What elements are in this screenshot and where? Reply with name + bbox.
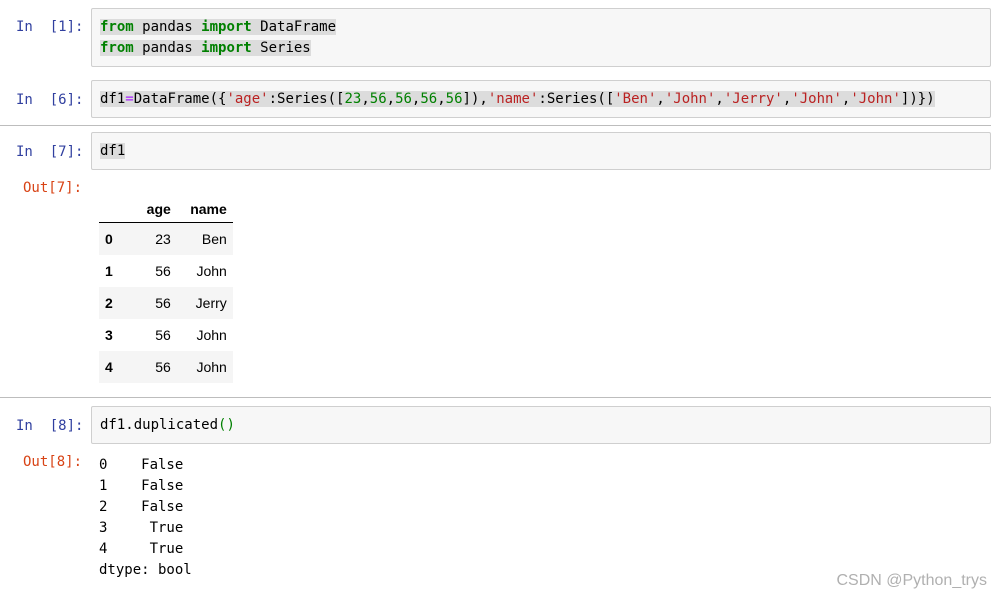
cell-7-prompt: In [7]: [16,144,84,160]
code-token: , [437,91,446,107]
table-cell-name: John [196,327,227,343]
table-index-header [99,195,129,223]
cell-7-line-1: df1 [100,141,126,162]
code-string: 'John' [850,91,901,107]
cell-1-line-1: from pandas import DataFrame [100,17,337,38]
table-cell-age: 56 [155,295,171,311]
cell-6-prompt: In [6]: [16,92,84,108]
code-token: ]), [462,91,488,107]
table-row-index: 2 [105,295,113,311]
watermark: CSDN @Python_trys [836,572,987,589]
cell-8-output-prompt: Out[8]: [23,454,83,470]
cell-6-line-1: df1=DataFrame({'age':Series([23,56,56,56… [100,89,935,110]
code-string: 'John' [664,91,716,107]
cell-1-line-2: from pandas import Series [100,38,311,59]
code-token: , [715,91,724,107]
table-row: 0 23 Ben [99,222,233,255]
table-row: 1 56 John [99,255,233,287]
table-header-row: age name [99,195,233,223]
code-token: , [386,91,396,107]
code-token: :Series([ [268,91,345,107]
code-token: df1 [100,143,126,159]
code-number: 56 [369,91,387,107]
module-name: pandas [133,19,202,35]
code-token: DataFrame({ [133,91,227,107]
code-string: 'John' [791,91,842,107]
cell-8-output-text: 0 False 1 False 2 False 3 True 4 True dt… [99,457,192,578]
cell-1-prompt: In [1]: [16,19,84,35]
table-cell-age: 56 [155,263,171,279]
cell-7-code-editor[interactable]: df1 [91,132,991,170]
table-cell-age: 56 [155,359,171,375]
cell-separator [0,397,991,398]
table-row-index: 3 [105,327,113,343]
code-token: :Series([ [538,91,615,107]
dataframe-table: age name 0 23 Ben 1 56 John 2 56 Jerry 3… [99,195,233,383]
cell-8-prompt: In [8]: [16,418,84,434]
import-name: DataFrame [251,19,337,35]
table-cell-age: 23 [155,231,171,247]
keyword-from: from [100,40,134,56]
code-parens: () [218,417,235,433]
module-name: pandas [133,40,202,56]
cell-6-code-editor[interactable]: df1=DataFrame({'age':Series([23,56,56,56… [91,80,991,118]
code-token: df1 [100,91,126,107]
table-cell-name: John [196,263,227,279]
code-token: df1.duplicated [100,417,219,433]
cell-7-output-prompt: Out[7]: [23,180,83,196]
keyword-import: import [201,40,252,56]
keyword-from: from [100,19,134,35]
table-header-name: name [176,195,233,223]
table-row-index: 0 [105,231,113,247]
code-operator: = [125,91,134,107]
code-string: 'Ben' [614,91,657,107]
table-row-index: 1 [105,263,113,279]
table-cell-name: Jerry [195,295,227,311]
table-cell-name: Ben [201,231,227,247]
table-header-age: age [128,195,177,223]
code-token: , [656,91,665,107]
code-number: 56 [395,91,412,107]
cell-8-code-editor[interactable]: df1.duplicated() [91,406,991,444]
code-string: 'Jerry' [723,91,783,107]
cell-8-line-1: df1.duplicated() [100,415,235,436]
code-token: , [361,91,370,107]
code-number: 56 [445,91,463,107]
code-number: 56 [420,91,438,107]
code-token: ])}) [900,91,935,107]
cell-separator [0,125,991,126]
table-cell-name: John [196,359,227,375]
code-number: 23 [344,91,362,107]
code-string: 'age' [226,91,269,107]
table-row: 3 56 John [99,319,233,351]
import-name: Series [251,40,311,56]
keyword-import: import [201,19,252,35]
table-row: 2 56 Jerry [99,287,233,319]
code-string: 'name' [487,91,539,107]
table-cell-age: 56 [155,327,171,343]
cell-1-code-editor[interactable]: from pandas import DataFrame from pandas… [91,8,991,67]
table-row: 4 56 John [99,351,233,383]
table-row-index: 4 [105,359,113,375]
